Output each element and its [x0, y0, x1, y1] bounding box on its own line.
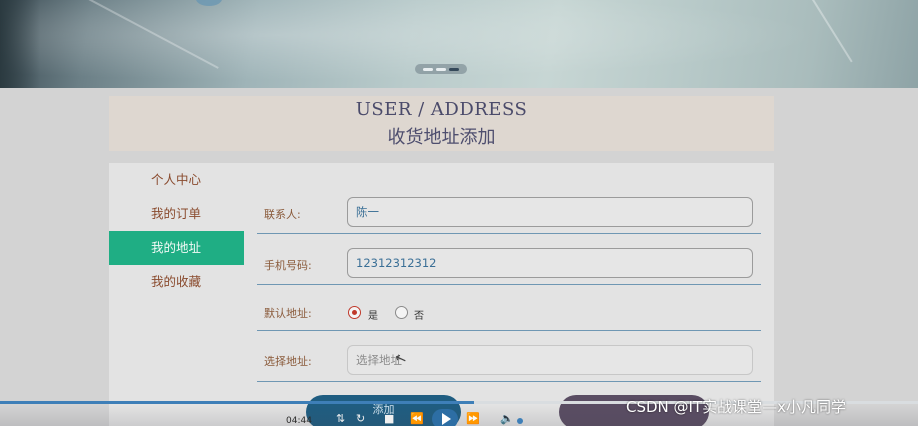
- sidebar-item-address[interactable]: 我的地址: [109, 231, 244, 265]
- play-button[interactable]: [432, 409, 458, 426]
- radio-default-yes[interactable]: [348, 306, 361, 319]
- watermark: CSDN @IT实战课堂—x小凡同学: [626, 398, 846, 416]
- sidebar-item-orders[interactable]: 我的订单: [109, 197, 244, 231]
- radio-default-yes-label[interactable]: 是: [368, 307, 378, 322]
- carousel-dot[interactable]: [423, 67, 433, 71]
- default-address-label: 默认地址:: [264, 307, 312, 320]
- repeat-icon[interactable]: ↻: [356, 412, 365, 426]
- page-title-cn: 收货地址添加: [387, 127, 496, 148]
- phone-label: 手机号码:: [264, 259, 312, 272]
- carousel-indicator[interactable]: [415, 64, 467, 74]
- radio-default-no-label[interactable]: 否: [414, 307, 424, 322]
- content-panel: 个人中心 我的订单 我的地址 我的收藏 联系人: 陈一 手机号码: 123123…: [109, 163, 774, 426]
- video-progress-fill: [0, 401, 474, 404]
- page-heading: USER / ADDRESS 收货地址添加: [109, 96, 774, 151]
- row-divider: [257, 330, 761, 331]
- video-time: 04:44: [286, 416, 312, 426]
- fast-forward-icon[interactable]: ⏩: [466, 412, 480, 426]
- shuffle-icon[interactable]: ⇅: [336, 412, 345, 426]
- banner-pillar: [0, 0, 40, 88]
- row-divider: [257, 233, 761, 234]
- row-divider: [257, 284, 761, 285]
- radio-default-no[interactable]: [395, 306, 408, 319]
- volume-slider-knob[interactable]: [517, 418, 523, 424]
- phone-input[interactable]: 12312312312: [347, 248, 753, 278]
- carousel-dot-active[interactable]: [449, 67, 459, 71]
- banner-haze: [0, 0, 918, 88]
- sidebar-item-favorites[interactable]: 我的收藏: [109, 265, 244, 299]
- address-label: 选择地址:: [264, 355, 312, 368]
- contact-label: 联系人:: [264, 208, 301, 221]
- page-title-en: USER / ADDRESS: [355, 99, 528, 120]
- banner-carousel: [0, 0, 918, 88]
- volume-icon[interactable]: 🔈: [500, 412, 514, 426]
- address-select[interactable]: 选择地址: [347, 345, 753, 375]
- contact-input[interactable]: 陈一: [347, 197, 753, 227]
- sidebar-item-profile[interactable]: 个人中心: [109, 163, 244, 197]
- row-divider: [257, 381, 761, 382]
- rewind-icon[interactable]: ⏪: [410, 412, 424, 426]
- carousel-dot[interactable]: [436, 67, 446, 71]
- stop-icon[interactable]: ■: [384, 412, 394, 426]
- screen: USER / ADDRESS 收货地址添加 个人中心 我的订单 我的地址 我的收…: [0, 0, 918, 426]
